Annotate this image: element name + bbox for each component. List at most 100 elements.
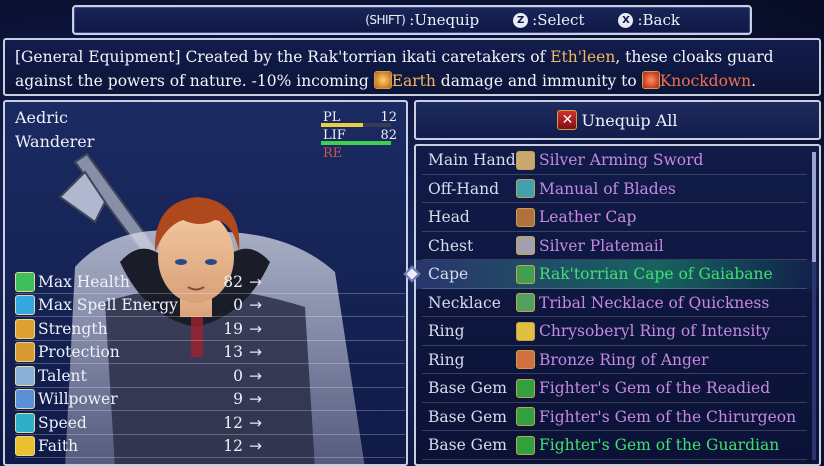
desc-part-4: . [751, 72, 757, 90]
stat-value: 12 [223, 413, 243, 432]
lf-bar-row: LIF 82 [317, 128, 401, 146]
equipment-item-name: Manual of Blades [539, 179, 676, 198]
stat-icon [15, 389, 35, 410]
equipment-row[interactable]: Main Hand Silver Arming Sword [416, 146, 819, 175]
equipment-slot: Chest [428, 236, 474, 255]
equipment-row[interactable]: Necklace Tribal Necklace of Quickness [416, 289, 819, 318]
stat-label: Max Spell Energy [38, 296, 178, 315]
character-name: Aedric [15, 108, 68, 127]
item-icon [516, 293, 535, 313]
equipment-row[interactable]: Ring Bronze Ring of Anger [416, 346, 819, 375]
equipment-slot: Necklace [428, 293, 501, 312]
equipment-item-name: Leather Cap [539, 208, 637, 227]
equipment-row[interactable]: Base Gem Fighter's Gem of the Readied [416, 374, 819, 403]
stat-value: 9 [233, 390, 243, 409]
item-icon [516, 264, 535, 284]
item-icon [516, 407, 535, 427]
lf-bar [321, 141, 391, 145]
item-icon [516, 150, 535, 170]
stat-value: 13 [223, 343, 243, 362]
equipment-item-name: Fighter's Gem of the Chirurgeon [539, 407, 797, 426]
desc-part-1: [General Equipment] Created by the Rak't… [15, 48, 551, 66]
item-icon [516, 350, 535, 370]
equipment-slot: Cape [428, 265, 469, 284]
stat-value: 82 [223, 272, 243, 291]
stats-list: Max Health 82 → Max Spell Energy 0 → Strength 1… [15, 270, 405, 458]
item-icon [516, 236, 535, 256]
stat-arrow-icon: → [249, 296, 262, 315]
character-panel: Aedric Wanderer PL 12 LIF 82 RE Max Heal… [3, 100, 408, 466]
item-icon [516, 179, 535, 199]
equipment-item-name: Bronze Ring of Anger [539, 350, 709, 369]
stat-label: Strength [38, 319, 108, 338]
stat-row: Talent 0 → [15, 364, 405, 388]
equipment-slot: Ring [428, 322, 465, 341]
unequip-x-icon: ✕ [557, 110, 578, 130]
stat-value: 19 [223, 319, 243, 338]
stat-label: Faith [38, 437, 79, 456]
item-icon [516, 207, 535, 227]
pl-bar-row: PL 12 [317, 110, 401, 128]
earth-element-icon [373, 71, 392, 89]
equipment-row[interactable]: Base Gem Fighter's Gem of the Chirurgeon [416, 403, 819, 432]
stat-label: Talent [38, 366, 87, 385]
stat-row: Willpower 9 → [15, 388, 405, 412]
stat-icon [15, 365, 35, 386]
stat-icon [15, 271, 35, 292]
stat-row: Protection 13 → [15, 341, 405, 365]
stat-arrow-icon: → [249, 343, 262, 362]
select-hint[interactable]: Z :Select [513, 11, 584, 29]
stat-label: Protection [38, 343, 120, 362]
back-hint-label: :Back [637, 11, 680, 29]
stat-icon [15, 342, 35, 363]
equipment-row[interactable]: Off-Hand Manual of Blades [416, 175, 819, 204]
control-hint-bar: (SHIFT):Unequip Z :Select X :Back [72, 5, 752, 35]
pl-bar [321, 123, 391, 127]
desc-part-3: damage and immunity to [435, 72, 642, 90]
stat-icon [15, 295, 35, 316]
stat-value: 0 [233, 296, 243, 315]
equipment-row[interactable]: Base Gem Fighter's Gem of the Guardian [416, 431, 819, 460]
stat-arrow-icon: → [249, 319, 262, 338]
unequip-hint[interactable]: (SHIFT):Unequip [365, 11, 479, 29]
equipment-item-name: Silver Arming Sword [539, 151, 704, 170]
equipment-item-name: Rak'torrian Cape of Gaiabane [539, 265, 773, 284]
back-hint[interactable]: X :Back [618, 11, 680, 29]
stat-arrow-icon: → [249, 437, 262, 456]
unequip-all-label: Unequip All [581, 110, 678, 130]
z-button-icon: Z [513, 12, 529, 28]
desc-place: Eth'leen [550, 48, 616, 66]
desc-status: Knockdown [659, 72, 752, 90]
re-label: RE [323, 146, 343, 161]
equipment-scrollbar[interactable] [812, 152, 816, 460]
re-bar-row: RE [317, 146, 401, 164]
stat-row: Strength 19 → [15, 317, 405, 341]
stat-value: 0 [233, 366, 243, 385]
equipment-item-name: Silver Platemail [539, 236, 664, 255]
equipment-slot: Head [428, 208, 470, 227]
stat-icon [15, 436, 35, 457]
stat-arrow-icon: → [249, 272, 262, 291]
x-button-icon: X [618, 12, 634, 28]
stat-label: Willpower [38, 390, 118, 409]
equipment-row[interactable]: Head Leather Cap [416, 203, 819, 232]
unequip-all-button[interactable]: ✕ Unequip All [414, 100, 821, 140]
stat-row: Speed 12 → [15, 411, 405, 435]
equipment-list: Main Hand Silver Arming Sword Off-Hand Manu… [414, 144, 821, 466]
equipment-slot: Base Gem [428, 436, 507, 455]
equipment-row[interactable]: Ring Chrysoberyl Ring of Intensity [416, 317, 819, 346]
stat-value: 12 [223, 437, 243, 456]
equipment-item-name: Tribal Necklace of Quickness [539, 293, 770, 312]
unequip-hint-label: :Unequip [409, 11, 480, 29]
equipment-row[interactable]: Chest Silver Platemail [416, 232, 819, 261]
stat-arrow-icon: → [249, 390, 262, 409]
shift-key-glyph: (SHIFT) [365, 13, 406, 27]
stat-row: Max Health 82 → [15, 270, 405, 294]
equipment-slot: Off-Hand [428, 179, 500, 198]
equipment-slot: Base Gem [428, 407, 507, 426]
desc-element: Earth [391, 72, 436, 90]
stat-arrow-icon: → [249, 366, 262, 385]
stat-icon [15, 412, 35, 433]
equipment-row[interactable]: Cape Rak'torrian Cape of Gaiabane [416, 260, 819, 289]
stat-arrow-icon: → [249, 413, 262, 432]
